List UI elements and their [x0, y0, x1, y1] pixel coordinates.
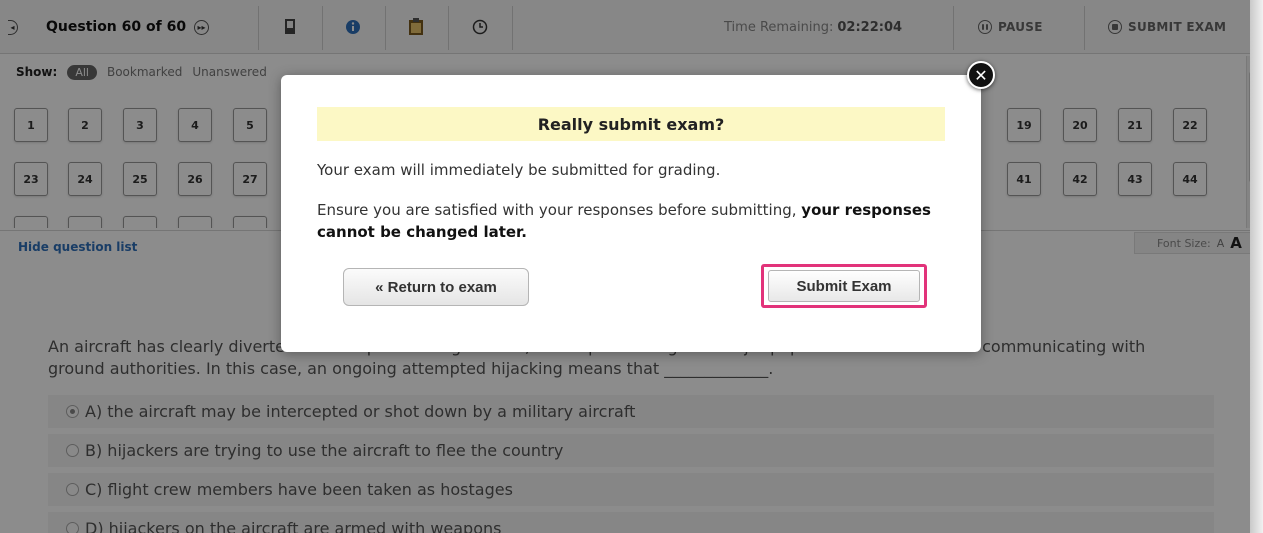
submit-exam-button[interactable]: Submit Exam	[768, 270, 920, 302]
dialog-title: Really submit exam?	[317, 107, 945, 141]
close-icon[interactable]: ✕	[967, 61, 995, 89]
dialog-message: Your exam will immediately be submitted …	[317, 161, 721, 179]
return-to-exam-button[interactable]: « Return to exam	[343, 268, 529, 306]
dialog-warning-text: Ensure you are satisfied with your respo…	[317, 201, 802, 219]
window-shadow	[1250, 0, 1263, 533]
submit-confirm-dialog: Really submit exam? Your exam will immed…	[281, 75, 981, 352]
dialog-warning: Ensure you are satisfied with your respo…	[317, 199, 937, 243]
